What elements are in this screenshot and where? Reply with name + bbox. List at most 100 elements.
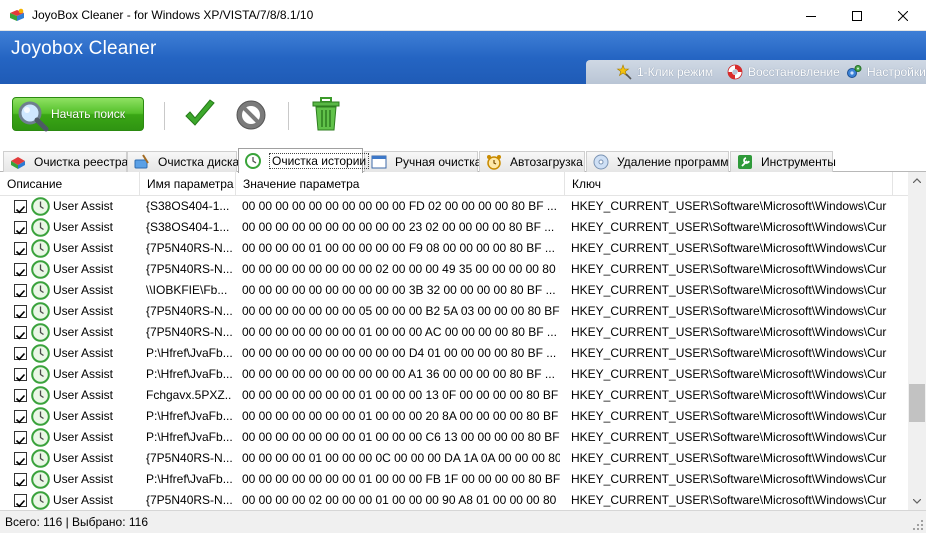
row-checkbox[interactable] <box>14 221 27 235</box>
tab-registry-clean[interactable]: Очистка реестра <box>3 151 129 172</box>
row-checkbox[interactable] <box>14 494 27 508</box>
toolbar: Начать поиск <box>0 84 926 148</box>
param-value-cell: 00 00 00 00 00 00 00 00 00 00 23 02 00 0… <box>242 220 555 234</box>
gears-icon <box>847 65 862 78</box>
param-value-cell: 00 00 00 00 00 00 00 01 00 00 00 AC 00 0… <box>242 325 557 339</box>
table-row[interactable]: User Assist {7P5N40RS-N... 00 00 00 00 00 … <box>0 301 908 322</box>
table-row[interactable]: User Assist {7P5N40RS-N... 00 00 00 00 00 … <box>0 259 908 280</box>
param-name-cell: P:\Hfref\JvaFb... <box>146 430 232 444</box>
delete-button[interactable] <box>310 96 342 132</box>
row-checkbox[interactable] <box>14 200 27 214</box>
column-header-param-value[interactable]: Значение параметра <box>236 172 565 196</box>
param-name-cell: Fchgavx.5PXZ... <box>146 388 232 402</box>
window-title: JoyoBox Cleaner - for Windows XP/VISTA/7… <box>32 8 314 22</box>
scroll-down-button[interactable] <box>908 493 926 510</box>
check-all-button[interactable] <box>183 98 217 132</box>
description-cell: User Assist <box>0 301 140 322</box>
table-row[interactable]: User Assist {7P5N40RS-N... 00 00 00 00 00 … <box>0 322 908 343</box>
table-row[interactable]: User Assist P:\Hfref\JvaFb... 00 00 00 00 … <box>0 427 908 448</box>
column-header-description[interactable]: Описание <box>0 172 140 196</box>
row-checkbox[interactable] <box>14 263 27 277</box>
restore-link[interactable]: Восстановление <box>727 63 840 81</box>
row-checkbox[interactable] <box>14 326 27 340</box>
minimize-icon <box>806 15 816 17</box>
status-text: Всего: 116 | Выбрано: 116 <box>5 515 148 529</box>
one-click-mode-link[interactable]: 1-Клик режим <box>616 63 713 81</box>
scroll-thumb[interactable] <box>909 384 925 422</box>
table-row[interactable]: User Assist P:\Hfref\JvaFb... 00 00 00 00 … <box>0 469 908 490</box>
resize-grip-icon[interactable] <box>912 519 924 531</box>
description-cell: User Assist <box>0 196 140 217</box>
registry-key-cell: HKEY_CURRENT_USER\Software\Microsoft\Win… <box>571 451 887 465</box>
uncheck-all-button[interactable] <box>234 98 268 132</box>
row-checkbox[interactable] <box>14 284 27 298</box>
tab-strip: Очистка реестра Очистка диска Очистка ис… <box>0 148 926 173</box>
param-name-cell: \\IOBKFIE\Fb... <box>146 283 228 297</box>
scroll-up-button[interactable] <box>908 172 926 189</box>
chevron-up-icon <box>913 178 921 183</box>
table-row[interactable]: User Assist \\IOBKFIE\Fb... 00 00 00 00 00… <box>0 280 908 301</box>
registry-key-cell: HKEY_CURRENT_USER\Software\Microsoft\Win… <box>571 367 887 381</box>
minimize-button[interactable] <box>788 0 834 31</box>
close-button[interactable] <box>880 0 926 31</box>
table-row[interactable]: User Assist {7P5N40RS-N... 00 00 00 00 01 … <box>0 448 908 469</box>
registry-key-cell: HKEY_CURRENT_USER\Software\Microsoft\Win… <box>571 430 887 444</box>
row-checkbox[interactable] <box>14 347 27 361</box>
registry-icon <box>11 157 25 169</box>
tab-label: Очистка реестра <box>34 155 129 169</box>
checkmark-icon <box>15 499 26 508</box>
row-checkbox[interactable] <box>14 242 27 256</box>
description-cell: User Assist <box>0 469 140 490</box>
param-value-cell: 00 00 00 00 00 00 00 01 00 00 00 C6 13 0… <box>242 430 560 444</box>
table-row[interactable]: User Assist {S38OS404-1... 00 00 00 00 00 … <box>0 196 908 217</box>
tab-uninstall[interactable]: Удаление программ <box>586 151 729 172</box>
row-checkbox[interactable] <box>14 452 27 466</box>
param-name-cell: {7P5N40RS-N... <box>146 493 232 507</box>
settings-link[interactable]: Настройки <box>846 63 926 81</box>
description-text: User Assist <box>53 283 114 297</box>
param-name-cell: {7P5N40RS-N... <box>146 241 232 255</box>
maximize-button[interactable] <box>834 0 880 31</box>
column-header-key[interactable]: Ключ <box>565 172 893 196</box>
column-header-param-name[interactable]: Имя параметра <box>140 172 236 196</box>
tab-autorun[interactable]: Автозагрузка <box>479 151 585 172</box>
history-clock-icon <box>31 491 50 510</box>
table-row[interactable]: User Assist {7P5N40RS-N... 00 00 00 00 02 … <box>0 490 908 510</box>
vertical-scrollbar[interactable] <box>908 172 926 510</box>
description-text: User Assist <box>53 241 114 255</box>
history-clock-icon <box>31 386 50 405</box>
row-checkbox[interactable] <box>14 368 27 382</box>
table-row[interactable]: User Assist {S38OS404-1... 00 00 00 00 00 … <box>0 217 908 238</box>
tab-manual-clean[interactable]: Ручная очистка <box>364 151 481 172</box>
row-checkbox[interactable] <box>14 305 27 319</box>
checkmark-icon <box>15 268 26 277</box>
param-name-cell: P:\Hfref\JvaFb... <box>146 409 232 423</box>
checkmark-icon <box>15 247 26 256</box>
checkmark-icon <box>15 226 26 235</box>
clock-icon <box>245 153 261 169</box>
description-text: User Assist <box>53 262 114 276</box>
description-cell: User Assist <box>0 343 140 364</box>
history-clock-icon <box>31 302 50 321</box>
table-row[interactable]: User Assist P:\Hfref\JvaFb... 00 00 00 00 … <box>0 364 908 385</box>
row-checkbox[interactable] <box>14 431 27 445</box>
row-checkbox[interactable] <box>14 410 27 424</box>
table-row[interactable]: User Assist {7P5N40RS-N... 00 00 00 00 01 … <box>0 238 908 259</box>
start-scan-button[interactable]: Начать поиск <box>12 97 144 132</box>
table-row[interactable]: User Assist Fchgavx.5PXZ... 00 00 00 00 00… <box>0 385 908 406</box>
checkmark-icon <box>15 373 26 382</box>
row-checkbox[interactable] <box>14 473 27 487</box>
tab-history-clean[interactable]: Очистка истории <box>238 148 370 173</box>
param-value-cell: 00 00 00 00 01 00 00 00 00 00 F9 08 00 0… <box>242 241 555 255</box>
maximize-icon <box>852 10 862 21</box>
registry-key-cell: HKEY_CURRENT_USER\Software\Microsoft\Win… <box>571 220 887 234</box>
tab-tools[interactable]: Инструменты <box>730 151 836 172</box>
table-row[interactable]: User Assist P:\Hfref\JvaFb... 00 00 00 00 … <box>0 406 908 427</box>
app-logo-icon <box>10 8 24 21</box>
tab-disk-clean[interactable]: Очистка диска <box>127 151 239 172</box>
row-checkbox[interactable] <box>14 389 27 403</box>
param-value-cell: 00 00 00 00 00 00 00 00 00 00 3B 32 00 0… <box>242 283 556 297</box>
description-cell: User Assist <box>0 364 140 385</box>
table-row[interactable]: User Assist P:\Hfref\JvaFb... 00 00 00 00 … <box>0 343 908 364</box>
close-icon <box>898 10 908 21</box>
